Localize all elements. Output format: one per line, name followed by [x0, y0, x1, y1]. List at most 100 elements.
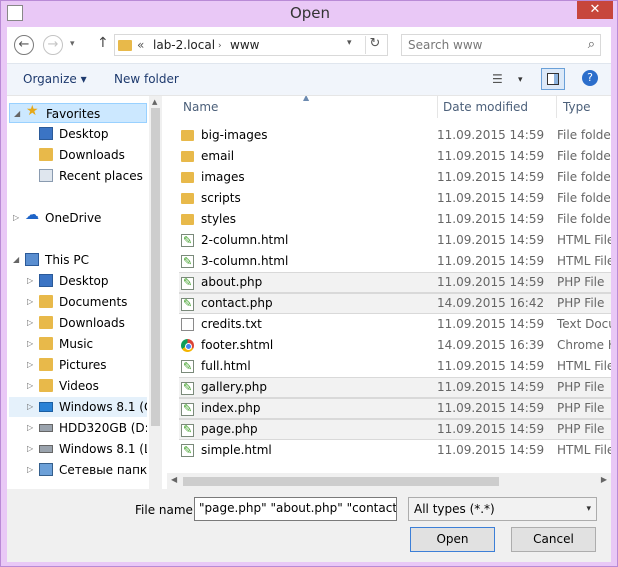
- nav-item[interactable]: ◢ ★ Favorites: [9, 103, 147, 123]
- refresh-button[interactable]: ↻: [365, 36, 384, 54]
- address-bar[interactable]: « lab-2.local › www ▾ ↻: [114, 34, 388, 56]
- nav-item[interactable]: ▷ Downloads: [9, 313, 147, 333]
- column-header-date[interactable]: Date modified: [443, 96, 528, 118]
- navigation-pane[interactable]: ◢ ★ Favorites Desktop Downloads Recent places…: [7, 96, 147, 490]
- cancel-button[interactable]: Cancel: [511, 527, 596, 552]
- file-row[interactable]: index.php 11.09.2015 14:59 PHP File: [179, 398, 611, 419]
- column-divider[interactable]: [556, 96, 557, 118]
- scroll-right-icon[interactable]: ▶: [601, 475, 607, 484]
- scroll-up-icon[interactable]: ▲: [152, 98, 157, 106]
- forward-button[interactable]: →: [43, 35, 63, 55]
- expander-icon[interactable]: ▷: [27, 397, 33, 417]
- open-dialog: Open ✕ ← → ▾ ↑ « lab-2.local › www ▾ ↻ S…: [0, 0, 618, 567]
- file-name: scripts: [201, 191, 241, 205]
- file-row[interactable]: full.html 11.09.2015 14:59 HTML File: [179, 356, 611, 377]
- nav-item[interactable]: ▷ Desktop: [9, 271, 147, 291]
- nav-item[interactable]: ▷ Сетевые папки (: [9, 460, 147, 480]
- file-row[interactable]: images 11.09.2015 14:59 File folder: [179, 167, 611, 188]
- help-button[interactable]: ?: [582, 70, 598, 86]
- expander-icon[interactable]: ▷: [27, 271, 33, 291]
- file-row[interactable]: big-images 11.09.2015 14:59 File folder: [179, 125, 611, 146]
- expander-icon[interactable]: ▷: [27, 376, 33, 396]
- back-button[interactable]: ←: [14, 35, 34, 55]
- nav-item[interactable]: ▷ Windows 8.1 (C:): [9, 397, 147, 417]
- expander-icon[interactable]: ▷: [27, 313, 33, 333]
- file-row[interactable]: about.php 11.09.2015 14:59 PHP File: [179, 272, 611, 293]
- file-name: page.php: [201, 422, 258, 436]
- expander-icon[interactable]: ▷: [27, 418, 33, 438]
- arrow-right-icon: →: [47, 37, 59, 52]
- scrollbar-thumb[interactable]: [151, 108, 160, 426]
- nav-item[interactable]: Recent places: [9, 166, 147, 186]
- file-type-select[interactable]: All types (*.*) ▾: [408, 497, 597, 521]
- nav-item[interactable]: ◢ This PC: [9, 250, 147, 270]
- file-date: 11.09.2015 14:59: [437, 233, 545, 247]
- file-date: 14.09.2015 16:39: [437, 338, 545, 352]
- file-row[interactable]: styles 11.09.2015 14:59 File folder: [179, 209, 611, 230]
- breadcrumb-overflow[interactable]: «: [137, 38, 144, 52]
- file-row[interactable]: 3-column.html 11.09.2015 14:59 HTML File: [179, 251, 611, 272]
- chrome-file-icon: [181, 339, 194, 352]
- change-view-icon[interactable]: ☰: [492, 72, 503, 86]
- expander-icon[interactable]: ◢: [14, 104, 20, 124]
- column-divider[interactable]: [437, 96, 438, 118]
- navigation-scrollbar[interactable]: ▲: [149, 96, 162, 490]
- nav-item[interactable]: ▷ Windows 8.1 (L:): [9, 439, 147, 459]
- file-row[interactable]: credits.txt 11.09.2015 14:59 Text Document: [179, 314, 611, 335]
- file-date: 11.09.2015 14:59: [437, 212, 545, 226]
- breadcrumb-separator-icon[interactable]: ›: [218, 41, 222, 51]
- address-dropdown-icon[interactable]: ▾: [347, 38, 352, 48]
- new-folder-button[interactable]: New folder: [114, 72, 179, 86]
- nav-item[interactable]: Downloads: [9, 145, 147, 165]
- breadcrumb-www[interactable]: www: [230, 38, 259, 52]
- expander-icon[interactable]: ▷: [13, 208, 19, 228]
- view-dropdown-icon[interactable]: ▾: [518, 75, 523, 85]
- file-name-label: File name:: [135, 503, 197, 517]
- close-button[interactable]: ✕: [577, 1, 613, 19]
- column-header-name[interactable]: Name: [183, 96, 218, 118]
- expander-icon[interactable]: ▷: [27, 460, 33, 480]
- expander-icon[interactable]: ▷: [27, 439, 33, 459]
- file-row[interactable]: email 11.09.2015 14:59 File folder: [179, 146, 611, 167]
- file-name-input[interactable]: "page.php" "about.php" "contact.php" "ga…: [194, 497, 397, 521]
- scrollbar-thumb[interactable]: [183, 477, 499, 486]
- search-placeholder: Search www: [408, 38, 483, 52]
- file-name: images: [201, 170, 245, 184]
- up-button[interactable]: ↑: [97, 35, 109, 51]
- horizontal-scrollbar[interactable]: ◀ ▶: [167, 473, 611, 490]
- expander-icon[interactable]: ▷: [27, 334, 33, 354]
- expander-icon[interactable]: ◢: [13, 250, 19, 270]
- open-button[interactable]: Open: [410, 527, 495, 552]
- expander-icon[interactable]: ▷: [27, 355, 33, 375]
- browser-body: ◢ ★ Favorites Desktop Downloads Recent places…: [7, 95, 611, 490]
- expander-icon[interactable]: ▷: [27, 292, 33, 312]
- file-row[interactable]: simple.html 11.09.2015 14:59 HTML File: [179, 440, 611, 461]
- file-row[interactable]: scripts 11.09.2015 14:59 File folder: [179, 188, 611, 209]
- file-name: contact.php: [201, 296, 273, 310]
- star-icon: ★: [26, 103, 39, 119]
- breadcrumb-lab-2-local[interactable]: lab-2.local: [153, 38, 215, 52]
- organize-button[interactable]: Organize ▾: [23, 72, 87, 86]
- nav-item[interactable]: ▷ Music: [9, 334, 147, 354]
- file-row[interactable]: gallery.php 11.09.2015 14:59 PHP File: [179, 377, 611, 398]
- file-row[interactable]: contact.php 14.09.2015 16:42 PHP File: [179, 293, 611, 314]
- nav-item[interactable]: ▷ Pictures: [9, 355, 147, 375]
- window-title: Open: [289, 4, 331, 22]
- file-row[interactable]: footer.shtml 14.09.2015 16:39 Chrome HTML: [179, 335, 611, 356]
- file-row[interactable]: page.php 11.09.2015 14:59 PHP File: [179, 419, 611, 440]
- file-row[interactable]: 2-column.html 11.09.2015 14:59 HTML File: [179, 230, 611, 251]
- nav-item[interactable]: Desktop: [9, 124, 147, 144]
- nav-item-label: Windows 8.1 (L:): [59, 442, 147, 456]
- nav-item[interactable]: ▷ Documents: [9, 292, 147, 312]
- nav-item[interactable]: ▷ HDD320GB (D:): [9, 418, 147, 438]
- downloads-folder-icon: [39, 316, 53, 329]
- column-header-type[interactable]: Type: [563, 96, 591, 118]
- nav-item[interactable]: ▷ Videos: [9, 376, 147, 396]
- recent-locations-dropdown-icon[interactable]: ▾: [70, 39, 75, 49]
- scroll-left-icon[interactable]: ◀: [171, 475, 177, 484]
- nav-item[interactable]: ▷ ☁ OneDrive: [9, 208, 147, 228]
- title-bar[interactable]: Open ✕: [1, 1, 618, 27]
- preview-pane-button[interactable]: [541, 68, 565, 90]
- search-input[interactable]: Search www ⌕: [401, 34, 601, 56]
- file-list[interactable]: Name ▲ Date modified Type big-images 11.0…: [167, 96, 611, 490]
